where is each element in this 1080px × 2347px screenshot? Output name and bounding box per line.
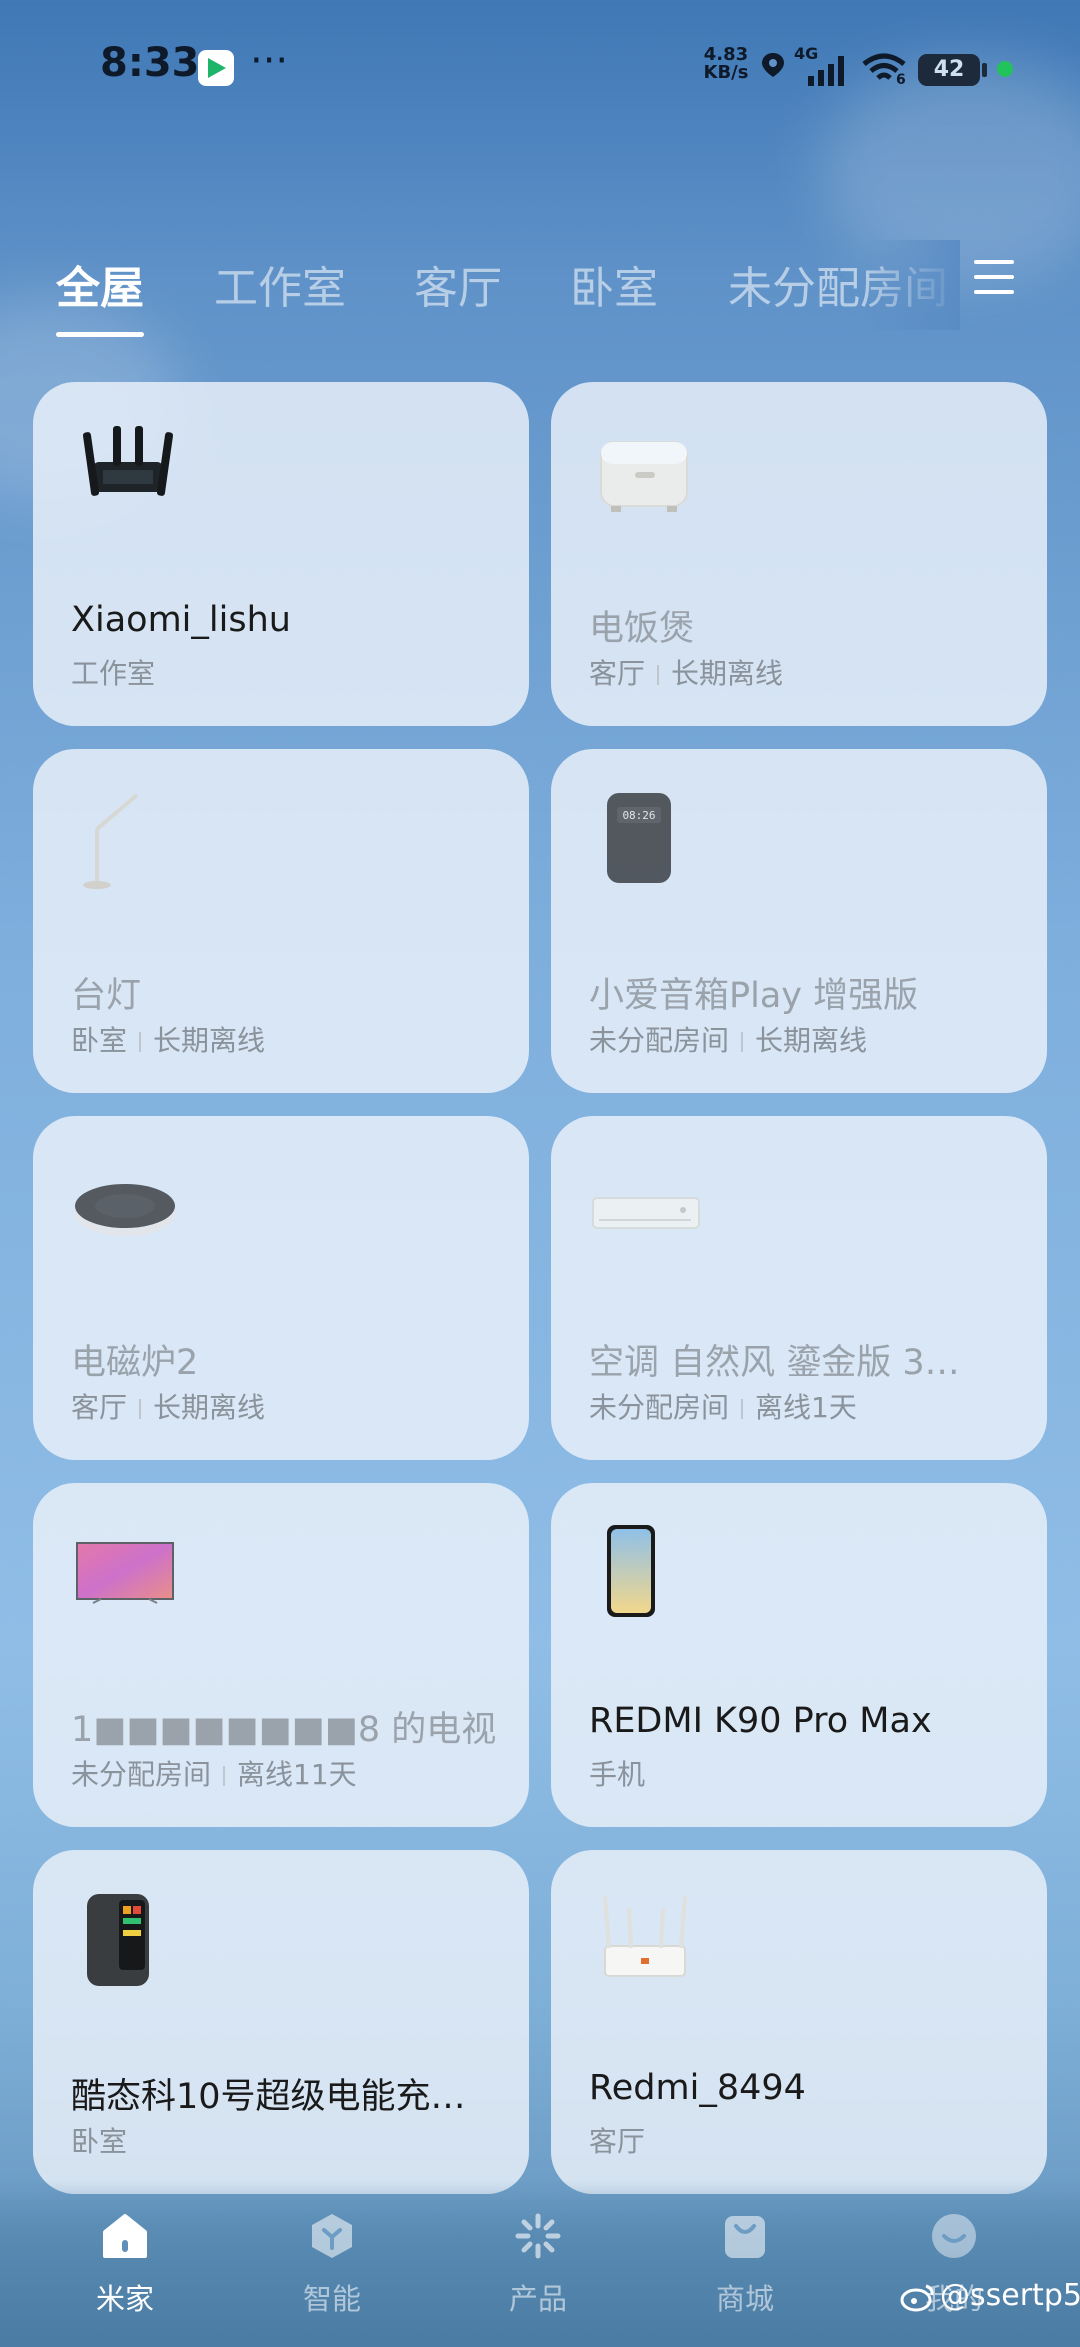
device-room-label: 未分配房间 — [589, 1024, 730, 1057]
speed-unit: KB/s — [703, 62, 749, 83]
device-card[interactable]: 台灯 卧室 长期离线 — [33, 749, 529, 1093]
nav-label: 产品 — [508, 2282, 567, 2316]
home-icon — [103, 2214, 147, 2258]
more-notifications-icon: ··· — [250, 38, 289, 84]
network-speed: 4.83 KB/s — [700, 46, 752, 82]
tab-bedroom[interactable]: 卧室 — [570, 252, 658, 316]
nav-label: 商城 — [715, 2282, 774, 2316]
device-card[interactable]: 电磁炉2 客厅 长期离线 — [33, 1116, 529, 1460]
device-room: 手机 — [589, 1753, 645, 1793]
watermark-text: @ssertp5 — [940, 2278, 1080, 2313]
air-conditioner-icon — [592, 1197, 700, 1229]
svg-text:08:26: 08:26 — [622, 809, 655, 822]
device-status: 长期离线 — [153, 1391, 266, 1424]
watermark: @ssertp5 — [900, 2278, 1080, 2313]
device-status: 长期离线 — [153, 1024, 266, 1057]
smart-speaker-icon: 08:26 — [607, 793, 671, 883]
device-name: Xiaomi_lishu — [71, 600, 291, 640]
separator — [657, 665, 660, 685]
device-status: 离线11天 — [237, 1758, 357, 1791]
smart-icon — [312, 2214, 352, 2258]
device-room-label: 客厅 — [589, 657, 646, 690]
profile-icon — [932, 2214, 976, 2258]
device-name: 电饭煲 — [589, 609, 695, 649]
device-room-label: 未分配房间 — [589, 1391, 730, 1424]
status-bar: 8:33 ··· 4.83 KB/s 4G 6 42 — [0, 0, 1080, 140]
tab-living-room[interactable]: 客厅 — [414, 252, 502, 316]
menu-icon[interactable] — [974, 260, 1014, 298]
device-name: REDMI K90 Pro Max — [589, 1701, 932, 1741]
device-card[interactable]: Redmi_8494 客厅 — [551, 1850, 1047, 2194]
device-room: 卧室 — [71, 2120, 127, 2160]
device-name: Redmi_8494 — [589, 2068, 806, 2108]
device-name: 台灯 — [71, 976, 142, 1016]
device-name: 电磁炉2 — [71, 1343, 199, 1383]
location-icon — [762, 53, 784, 77]
signal-icon — [808, 56, 844, 86]
device-room-label: 客厅 — [71, 1391, 128, 1424]
separator — [139, 1032, 142, 1052]
device-room-label: 工作室 — [71, 657, 156, 690]
device-card[interactable]: Xiaomi_lishu 工作室 — [33, 382, 529, 726]
tab-fade — [860, 240, 960, 330]
device-card[interactable]: 08:26 小爱音箱Play 增强版 未分配房间 长期离线 — [551, 749, 1047, 1093]
device-name: 1■■■■■■■■8 的电视 — [71, 1710, 497, 1750]
separator — [139, 1399, 142, 1419]
device-name: 小爱音箱Play 增强版 — [589, 976, 919, 1016]
tab-studio[interactable]: 工作室 — [214, 252, 346, 316]
separator — [741, 1399, 744, 1419]
wifi-sub: 6 — [896, 72, 906, 88]
privacy-dot — [997, 61, 1013, 77]
device-card[interactable]: 电饭煲 客厅 长期离线 — [551, 382, 1047, 726]
device-room: 客厅 长期离线 — [71, 1386, 265, 1426]
router-icon — [603, 1895, 687, 1977]
nav-product[interactable]: 产品 — [478, 2210, 598, 2318]
nav-label: 智能 — [302, 2282, 361, 2316]
separator — [223, 1766, 226, 1786]
device-room-label: 卧室 — [71, 1024, 128, 1057]
play-store-icon — [198, 50, 234, 86]
device-room: 未分配房间 长期离线 — [589, 1019, 867, 1059]
device-card[interactable]: REDMI K90 Pro Max 手机 — [551, 1483, 1047, 1827]
device-room-label: 未分配房间 — [71, 1758, 212, 1791]
weibo-icon — [900, 2284, 934, 2311]
device-room: 客厅 长期离线 — [589, 652, 783, 692]
device-status: 长期离线 — [671, 657, 784, 690]
tab-all-rooms[interactable]: 全屋 — [56, 252, 144, 316]
device-room: 客厅 — [589, 2120, 645, 2160]
tv-icon — [76, 1542, 174, 1604]
device-room: 卧室 长期离线 — [71, 1019, 265, 1059]
product-icon — [515, 2213, 561, 2259]
nav-home[interactable]: 米家 — [65, 2210, 185, 2318]
device-status: 长期离线 — [755, 1024, 868, 1057]
desk-lamp-icon — [83, 793, 139, 889]
device-room: 未分配房间 离线11天 — [71, 1753, 357, 1793]
battery-tip — [982, 63, 987, 77]
device-card[interactable]: 1■■■■■■■■8 的电视 未分配房间 离线11天 — [33, 1483, 529, 1827]
device-room-label: 客厅 — [589, 2125, 646, 2158]
active-tab-indicator — [56, 332, 144, 337]
nav-smart[interactable]: 智能 — [272, 2210, 392, 2318]
shop-icon — [725, 2216, 765, 2258]
room-tabs: 全屋 工作室 客厅 卧室 未分配房间 — [0, 240, 1080, 350]
device-card[interactable]: 酷态科10号超级电能充… 卧室 — [33, 1850, 529, 2194]
phone-icon — [607, 1525, 655, 1617]
status-time: 8:33 — [100, 40, 200, 86]
device-name: 空调 自然风 鎏金版 3… — [589, 1343, 960, 1383]
device-room-label: 卧室 — [71, 2125, 128, 2158]
power-bank-icon — [87, 1894, 149, 1986]
rice-cooker-icon — [600, 441, 688, 512]
separator — [741, 1032, 744, 1052]
battery-indicator: 42 — [918, 54, 980, 86]
device-room-label: 手机 — [589, 1758, 646, 1791]
device-room: 工作室 — [71, 652, 155, 692]
router-icon — [82, 426, 174, 496]
device-card[interactable]: 空调 自然风 鎏金版 3… 未分配房间 离线1天 — [551, 1116, 1047, 1460]
nav-label: 米家 — [95, 2282, 154, 2316]
device-name: 酷态科10号超级电能充… — [71, 2077, 466, 2117]
device-room: 未分配房间 离线1天 — [589, 1386, 857, 1426]
nav-shop[interactable]: 商城 — [685, 2210, 805, 2318]
induction-cooker-icon — [75, 1184, 175, 1236]
device-status: 离线1天 — [755, 1391, 857, 1424]
